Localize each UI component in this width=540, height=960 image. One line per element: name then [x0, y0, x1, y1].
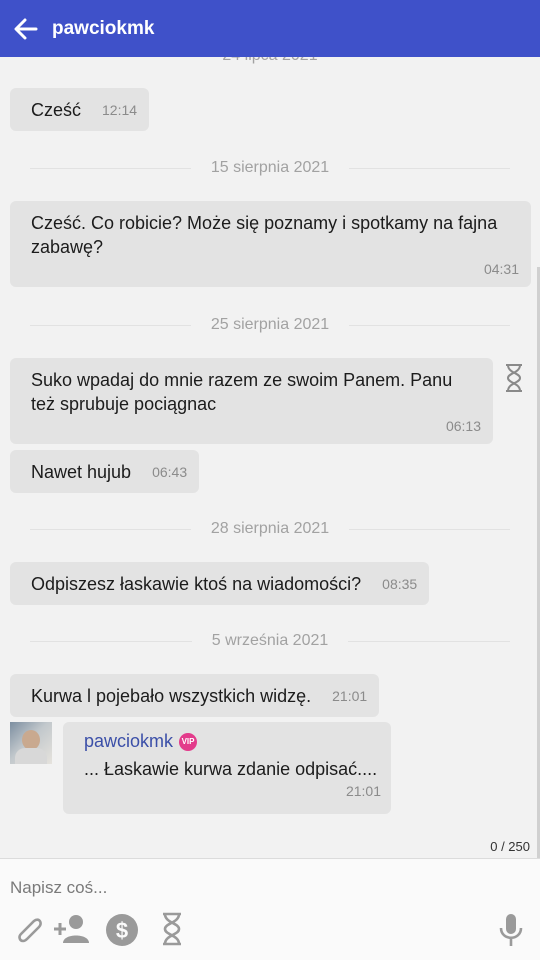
message-text: Suko wpadaj do mnie razem ze swoim Panem… [31, 370, 453, 414]
hourglass-icon[interactable] [160, 912, 184, 946]
composer: $ [0, 858, 540, 960]
svg-text:$: $ [116, 918, 128, 943]
date-label: 25 sierpnia 2021 [210, 316, 330, 333]
message-time: 06:43 [152, 463, 188, 480]
message-text: ... Łaskawie kurwa zdanie odpisać.... [84, 759, 378, 779]
vip-badge: VIP [179, 732, 198, 751]
date-separator: 25 sierpnia 2021 [30, 315, 510, 335]
message-time: 04:31 [483, 261, 519, 277]
date-separator: 5 września 2021 [30, 631, 511, 651]
date-separator: 15 sierpnia 2021 [30, 158, 510, 178]
message-bubble[interactable]: Odpiszesz łaskawie ktoś na wiadomości? 0… [10, 562, 430, 605]
date-label: 15 sierpnia 2021 [210, 159, 330, 176]
message-time: 21:01 [332, 687, 368, 704]
paperclip-icon[interactable] [12, 912, 44, 946]
back-button[interactable] [0, 0, 52, 57]
conversation-title: pawciokmk [52, 17, 155, 39]
message-text: Cześć [31, 99, 82, 120]
add-person-icon[interactable] [52, 912, 92, 946]
message-text: Odpiszesz łaskawie ktoś na wiadomości? [31, 573, 362, 594]
arrow-left-icon [14, 18, 38, 39]
message-bubble[interactable]: pawciokmk VIP ... Łaskawie kurwa zdanie … [63, 722, 391, 814]
message-bubble[interactable]: Cześć 12:14 [10, 88, 150, 131]
message-input[interactable] [0, 871, 540, 905]
message-text: Cześć. Co robicie? Może się poznamy i sp… [31, 213, 498, 257]
message-text: Nawet hujub [31, 461, 132, 482]
app-header: pawciokmk [0, 0, 540, 57]
date-separator: 24 lipca 2021 [30, 57, 510, 66]
message-text: Kurwa l pojebało wszystkich widzę. [31, 685, 312, 706]
date-separator: 28 sierpnia 2021 [30, 519, 510, 539]
avatar[interactable] [10, 722, 52, 764]
message-time: 21:01 [345, 783, 381, 799]
message-bubble[interactable]: Kurwa l pojebało wszystkich widzę. 21:01 [10, 674, 380, 717]
message-time: 06:13 [445, 418, 481, 434]
date-label: 24 lipca 2021 [222, 57, 317, 65]
microphone-icon[interactable] [498, 912, 524, 948]
message-time: 08:35 [382, 575, 418, 592]
message-bubble[interactable]: Nawet hujub 06:43 [10, 450, 200, 493]
sender-name[interactable]: pawciokmk [84, 731, 173, 752]
hourglass-pending-icon [506, 364, 522, 392]
date-label: 5 września 2021 [211, 632, 329, 649]
date-label: 28 sierpnia 2021 [210, 520, 330, 537]
dollar-icon[interactable]: $ [104, 912, 140, 948]
character-counter: 0 / 250 [490, 839, 530, 854]
message-time: 12:14 [102, 101, 138, 118]
message-bubble[interactable]: Suko wpadaj do mnie razem ze swoim Panem… [10, 358, 493, 444]
message-list[interactable]: 24 lipca 2021 Cześć 12:14 15 sierpnia 20… [0, 57, 540, 858]
message-bubble[interactable]: Cześć. Co robicie? Może się poznamy i sp… [10, 201, 531, 287]
